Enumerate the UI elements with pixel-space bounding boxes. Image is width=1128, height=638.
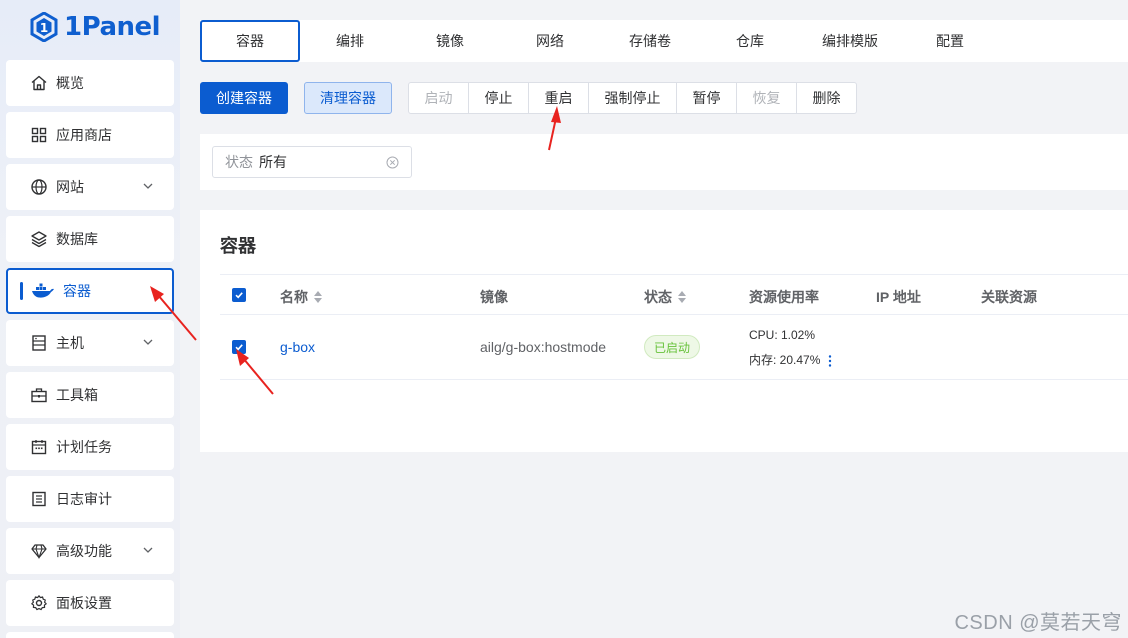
force-stop-button[interactable]: 强制停止 xyxy=(588,82,677,114)
sidebar-item-label: 容器 xyxy=(63,283,91,299)
calendar-icon xyxy=(30,438,48,456)
grid-icon xyxy=(30,126,48,144)
home-icon xyxy=(30,74,48,92)
card-title: 容器 xyxy=(220,236,256,256)
table-header: 名称 镜像 状态 资源使用率 IP 地址 关联资源 xyxy=(220,274,1128,315)
memory-usage: 内存: 20.47% xyxy=(749,353,821,367)
log-icon xyxy=(30,490,48,508)
gear-icon xyxy=(30,594,48,612)
tab-compose[interactable]: 编排 xyxy=(300,20,400,62)
toolbox-icon xyxy=(30,386,48,404)
column-header-label: 状态 xyxy=(644,289,672,305)
column-header-status[interactable]: 状态 xyxy=(644,287,686,307)
sort-icon[interactable] xyxy=(314,291,322,303)
check-icon xyxy=(235,292,243,299)
row-checkbox[interactable] xyxy=(232,340,246,354)
logo-text: 1Panel xyxy=(64,12,161,42)
watermark: CSDN @莫若天穹 xyxy=(954,612,1122,634)
filter-label: 状态 xyxy=(225,154,253,170)
globe-icon xyxy=(30,178,48,196)
create-container-button[interactable]: 创建容器 xyxy=(200,82,288,114)
sidebar: 1 1Panel 概览 应用商店 网站 数据库 容器 主机 工具箱 计划任务 日 xyxy=(0,0,180,638)
cpu-usage: CPU: 1.02% xyxy=(749,328,816,342)
filter-value: 所有 xyxy=(259,154,287,170)
filter-card: 状态 所有 xyxy=(200,134,1128,190)
column-header-label: 名称 xyxy=(280,289,308,305)
tab-registries[interactable]: 仓库 xyxy=(700,20,800,62)
status-badge: 已启动 xyxy=(644,335,701,359)
sidebar-item-advanced[interactable]: 高级功能 xyxy=(6,528,174,574)
chevron-down-icon xyxy=(143,547,153,553)
pause-button[interactable]: 暂停 xyxy=(676,82,737,114)
container-actions-group: 启动 停止 重启 强制停止 暂停 恢复 删除 xyxy=(408,82,857,114)
column-header-label: 关联资源 xyxy=(981,289,1037,305)
select-all-checkbox[interactable] xyxy=(232,288,246,302)
status-filter-select[interactable]: 状态 所有 xyxy=(212,146,412,178)
column-header-image: 镜像 xyxy=(480,287,508,307)
start-button[interactable]: 启动 xyxy=(408,82,469,114)
sidebar-item-partial xyxy=(6,632,174,638)
stop-button[interactable]: 停止 xyxy=(468,82,529,114)
sidebar-item-website[interactable]: 网站 xyxy=(6,164,174,210)
resume-button[interactable]: 恢复 xyxy=(736,82,797,114)
column-header-label: 资源使用率 xyxy=(749,289,819,305)
tab-bar: 容器 编排 镜像 网络 存储卷 仓库 编排模版 配置 xyxy=(200,20,1128,62)
tab-images[interactable]: 镜像 xyxy=(400,20,500,62)
sidebar-item-label: 计划任务 xyxy=(56,439,112,455)
memory-usage-line: 内存: 20.47% xyxy=(749,351,832,368)
sidebar-item-database[interactable]: 数据库 xyxy=(6,216,174,262)
clean-containers-button[interactable]: 清理容器 xyxy=(304,82,392,114)
column-header-label: IP 地址 xyxy=(876,289,921,305)
container-name-link[interactable]: g-box xyxy=(280,339,315,355)
svg-text:1: 1 xyxy=(40,21,48,35)
check-icon xyxy=(235,344,243,351)
sidebar-item-container[interactable]: 容器 xyxy=(6,268,174,314)
sidebar-item-log-audit[interactable]: 日志审计 xyxy=(6,476,174,522)
delete-button[interactable]: 删除 xyxy=(796,82,857,114)
logo-hexagon-icon: 1 xyxy=(30,12,58,42)
sort-icon[interactable] xyxy=(678,291,686,303)
sidebar-item-toolbox[interactable]: 工具箱 xyxy=(6,372,174,418)
server-icon xyxy=(30,334,48,352)
chevron-down-icon xyxy=(143,339,153,345)
sidebar-item-cron[interactable]: 计划任务 xyxy=(6,424,174,470)
more-vertical-icon[interactable] xyxy=(828,355,832,367)
layers-icon xyxy=(30,230,48,248)
tab-containers[interactable]: 容器 xyxy=(200,20,300,62)
diamond-icon xyxy=(30,542,48,560)
sidebar-item-label: 数据库 xyxy=(56,231,98,247)
column-header-label: 镜像 xyxy=(480,289,508,305)
column-header-name[interactable]: 名称 xyxy=(280,287,322,307)
logo[interactable]: 1 1Panel xyxy=(30,10,161,44)
restart-button[interactable]: 重启 xyxy=(528,82,589,114)
column-header-related: 关联资源 xyxy=(981,287,1037,307)
active-indicator xyxy=(20,282,23,300)
sidebar-item-label: 面板设置 xyxy=(56,595,112,611)
sidebar-item-label: 工具箱 xyxy=(56,387,98,403)
sidebar-item-overview[interactable]: 概览 xyxy=(6,60,174,106)
clear-icon[interactable] xyxy=(386,156,399,169)
column-header-ip: IP 地址 xyxy=(876,287,921,307)
tab-config[interactable]: 配置 xyxy=(900,20,1000,62)
table-row: g-box ailg/g-box:hostmode 已启动 CPU: 1.02%… xyxy=(220,315,1128,380)
sidebar-item-app-store[interactable]: 应用商店 xyxy=(6,112,174,158)
sidebar-item-host[interactable]: 主机 xyxy=(6,320,174,366)
sidebar-item-label: 高级功能 xyxy=(56,543,112,559)
chevron-down-icon xyxy=(143,183,153,189)
sidebar-item-label: 网站 xyxy=(56,179,84,195)
sidebar-item-label: 应用商店 xyxy=(56,127,112,143)
sidebar-item-label: 主机 xyxy=(56,335,84,351)
sidebar-item-settings[interactable]: 面板设置 xyxy=(6,580,174,626)
column-header-resources: 资源使用率 xyxy=(749,287,819,307)
tab-compose-templates[interactable]: 编排模版 xyxy=(800,20,900,62)
sidebar-item-label: 日志审计 xyxy=(56,491,112,507)
tab-networks[interactable]: 网络 xyxy=(500,20,600,62)
container-image: ailg/g-box:hostmode xyxy=(480,339,607,355)
container-table-card: 容器 名称 镜像 状态 资源使用率 IP 地址 关联资源 g-box ailg/… xyxy=(200,210,1128,452)
tab-volumes[interactable]: 存储卷 xyxy=(600,20,700,62)
docker-icon xyxy=(31,282,55,300)
sidebar-item-label: 概览 xyxy=(56,75,84,91)
